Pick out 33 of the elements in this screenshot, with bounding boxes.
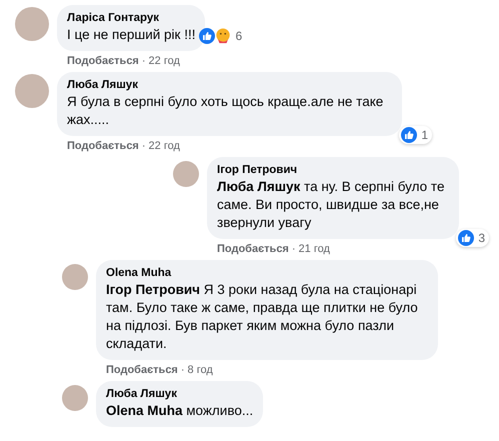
comment-author[interactable]: Ігор Петрович [217,163,449,178]
comment-text: Люба Ляшук та ну. В серпні було те саме. Ви просто, швидше за все,не звернули увагу [217,178,446,232]
separator-dot: · [142,140,146,152]
comment-time[interactable]: 8 год [188,364,213,376]
thumbs-up-icon [199,28,216,44]
reaction-badge[interactable]: 1 [399,126,432,144]
comment-author[interactable]: Люба Ляшук [106,387,254,402]
like-link[interactable]: Подобається [217,243,289,255]
avatar[interactable] [15,74,49,108]
comment-author[interactable]: Ларіса Гонтарук [67,11,196,26]
avatar[interactable] [62,264,88,290]
separator-dot: · [180,364,185,376]
like-link[interactable]: Подобається [67,140,139,152]
separator-dot: · [292,243,296,255]
comment-time[interactable]: 22 год [148,140,180,152]
reaction-badge[interactable]: 6 [197,27,246,45]
comment-text: Я була в серпні було хоть щось краще.але не таке жах..... [67,93,384,129]
thumbs-up-icon [458,230,474,246]
comment-author[interactable]: Olena Muha [106,266,428,281]
comment-author[interactable]: Люба Ляшук [67,78,392,93]
comment-time[interactable]: 21 год [298,243,330,255]
thumbs-up-icon [401,127,418,143]
reaction-badge[interactable]: 3 [456,229,489,247]
comment-text: Ігор Петрович Я 3 роки назад була на стаціонарі там. Було таке ж саме, правда ще плитки не було на підлозі. Був паркет яким можна було пазли складати. [106,281,419,353]
comment-time[interactable]: 22 год [148,55,180,67]
comment-text: Olena Muha можливо... [106,402,254,420]
comment-text: І це не перший рік !!! [67,26,196,44]
avatar[interactable] [62,385,88,411]
like-link[interactable]: Подобається [106,364,178,376]
avatar[interactable] [15,7,49,41]
avatar[interactable] [173,161,199,187]
separator-dot: · [142,55,146,67]
like-link[interactable]: Подобається [67,55,139,67]
